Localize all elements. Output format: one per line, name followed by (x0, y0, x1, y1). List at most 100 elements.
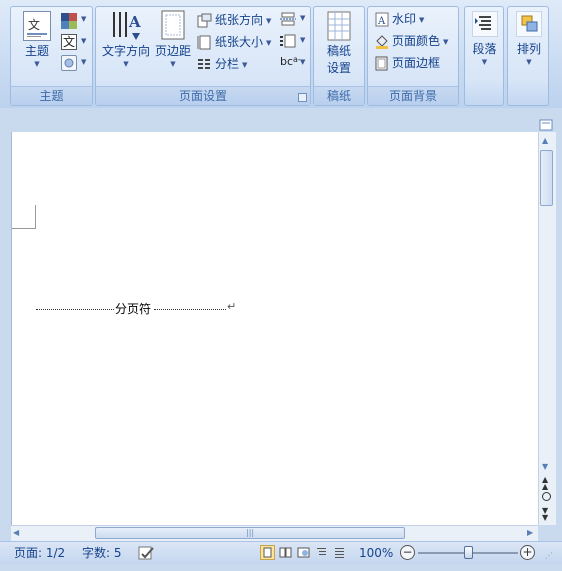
arrange-icon (516, 11, 542, 37)
zoom-slider[interactable] (418, 546, 518, 559)
page-borders-button[interactable]: 页面边框 (375, 53, 440, 73)
chevron-down-icon: ▼ (266, 16, 272, 25)
chevron-down-icon: ▼ (81, 58, 87, 66)
vertical-scrollbar[interactable]: ▲ ▼ ▲ ▲ ▼ ▼ (538, 132, 556, 525)
document-area: 分页符 ↵ ▲ ▼ ▲ ▲ ▼ ▼ ◀ ||| ▶ (0, 108, 562, 541)
page-setup-dialog-launcher[interactable] (298, 93, 307, 102)
page-count[interactable]: 页面: 1/2 (14, 542, 65, 564)
paragraph-group: 段落 ▼ (464, 6, 504, 106)
theme-fonts-icon: 文 (61, 34, 77, 50)
theme-effects-icon (61, 55, 77, 71)
scroll-down-arrow-icon[interactable]: ▼ (542, 462, 548, 471)
full-screen-reading-view-icon[interactable] (278, 545, 293, 560)
scroll-right-arrow-icon[interactable]: ▶ (527, 528, 533, 537)
theme-colors-icon (61, 13, 77, 29)
resize-grip-icon[interactable]: ⋰ (545, 551, 553, 560)
line-numbers-button[interactable]: ▼ (280, 33, 308, 51)
watermark-icon: A (375, 12, 389, 27)
page-corner-mark (12, 205, 36, 229)
page-color-button[interactable]: 页面颜色 ▼ (375, 31, 448, 51)
text-direction-button[interactable]: A 文字方向 ▼ (99, 9, 153, 68)
page-break-line: 分页符 ↵ (36, 300, 241, 316)
manuscript-setup-label-2: 设置 (326, 61, 351, 75)
zoom-level[interactable]: 100% (359, 542, 393, 564)
paint-bucket-icon (375, 34, 389, 49)
chevron-down-icon: ▼ (81, 37, 87, 45)
zoom-in-icon[interactable]: + (520, 545, 535, 560)
chevron-down-icon: ▼ (266, 38, 272, 47)
chevron-down-icon: ▼ (300, 36, 306, 44)
size-icon (197, 35, 212, 50)
themes-group-label: 主题 (11, 86, 92, 105)
hyphenation-icon: bca- (280, 55, 301, 68)
theme-effects-button[interactable]: ▼ (61, 55, 87, 73)
breaks-icon (280, 12, 296, 29)
size-button[interactable]: 纸张大小 ▼ (197, 32, 271, 52)
paragraph-icon (471, 11, 498, 37)
zoom-out-icon[interactable]: − (400, 545, 415, 560)
manuscript-group: 稿纸 设置 稿纸 (313, 6, 365, 106)
orientation-button[interactable]: 纸张方向 ▼ (197, 10, 271, 30)
margins-icon (160, 9, 186, 43)
print-layout-view-icon[interactable] (260, 545, 275, 560)
margins-button[interactable]: 页边距 ▼ (154, 9, 192, 68)
paragraph-mark: ↵ (227, 300, 237, 313)
page-break-label: 分页符 (115, 302, 152, 316)
horizontal-scrollbar[interactable]: ◀ ||| ▶ (11, 525, 538, 541)
page-background-group: A 水印 ▼ 页面颜色 ▼ 页面边框 页面背景 (367, 6, 459, 106)
page-setup-group-label: 页面设置 (96, 86, 310, 105)
themes-icon: 文 (23, 11, 51, 41)
chevron-down-icon: ▼ (443, 37, 449, 46)
columns-label: 分栏 (215, 57, 240, 71)
watermark-button[interactable]: A 水印 ▼ (375, 9, 424, 29)
chevron-down-icon: ▼ (242, 60, 248, 69)
themes-button[interactable]: 文 主题 ▼ (17, 11, 57, 68)
word-count[interactable]: 字数: 5 (82, 542, 122, 564)
page-setup-group: A 文字方向 ▼ 页边距 ▼ 纸张方向 ▼ 纸张大小 ▼ 分栏 ▼ ▼ ▼ bc… (95, 6, 311, 106)
draft-view-icon[interactable] (332, 545, 347, 560)
text-direction-icon: A (110, 9, 142, 43)
next-page-icon[interactable]: ▼ ▼ (542, 507, 548, 522)
breaks-button[interactable]: ▼ (280, 11, 308, 29)
ruler-toggle-icon[interactable] (538, 118, 554, 132)
previous-page-icon[interactable]: ▲ ▲ (542, 476, 548, 491)
horizontal-scroll-thumb[interactable]: ||| (95, 527, 405, 539)
arrange-group: 排列 ▼ (507, 6, 549, 106)
chevron-down-icon: ▼ (81, 15, 87, 23)
document-page[interactable]: 分页符 ↵ (11, 132, 539, 525)
scroll-up-arrow-icon[interactable]: ▲ (542, 136, 548, 145)
orientation-label: 纸张方向 (215, 13, 264, 27)
manuscript-icon (327, 11, 351, 41)
paragraph-button[interactable]: 段落 ▼ (467, 11, 502, 66)
outline-view-icon[interactable] (314, 545, 329, 560)
chevron-down-icon: ▼ (34, 60, 40, 68)
manuscript-group-label: 稿纸 (314, 86, 364, 105)
vertical-scroll-thumb[interactable] (540, 150, 553, 206)
orientation-icon (197, 13, 212, 28)
web-layout-view-icon[interactable] (296, 545, 311, 560)
ribbon: 文 主题 ▼ ▼ 文 ▼ ▼ 主题 A 文字方向 ▼ 页边距 ▼ 纸张方向 ▼ … (0, 0, 562, 109)
arrange-button[interactable]: 排列 ▼ (511, 11, 547, 66)
scroll-left-arrow-icon[interactable]: ◀ (13, 528, 19, 537)
browse-object-icon[interactable] (542, 492, 551, 501)
themes-label: 主题 (24, 44, 49, 58)
page-color-label: 页面颜色 (392, 34, 441, 48)
manuscript-setup-label-1: 稿纸 (326, 44, 351, 58)
status-bar: 页面: 1/2 字数: 5 100% − + ⋰ (0, 541, 562, 564)
zoom-slider-thumb[interactable] (463, 546, 473, 559)
svg-text:A: A (128, 13, 141, 31)
theme-colors-button[interactable]: ▼ (61, 12, 87, 30)
paragraph-label: 段落 (472, 42, 497, 56)
proofing-icon[interactable] (138, 545, 156, 561)
page-borders-label: 页面边框 (392, 56, 441, 70)
theme-fonts-button[interactable]: 文 ▼ (61, 34, 87, 52)
hyphenation-button[interactable]: bca- ▼ (280, 55, 308, 73)
chevron-down-icon: ▼ (170, 60, 176, 68)
watermark-label: 水印 (392, 12, 417, 26)
columns-button[interactable]: 分栏 ▼ (197, 54, 247, 74)
svg-text:文: 文 (28, 17, 40, 32)
svg-text:A: A (377, 16, 386, 27)
columns-icon (197, 57, 212, 72)
manuscript-setup-button[interactable]: 稿纸 设置 (317, 11, 361, 77)
margins-label: 页边距 (154, 44, 191, 58)
